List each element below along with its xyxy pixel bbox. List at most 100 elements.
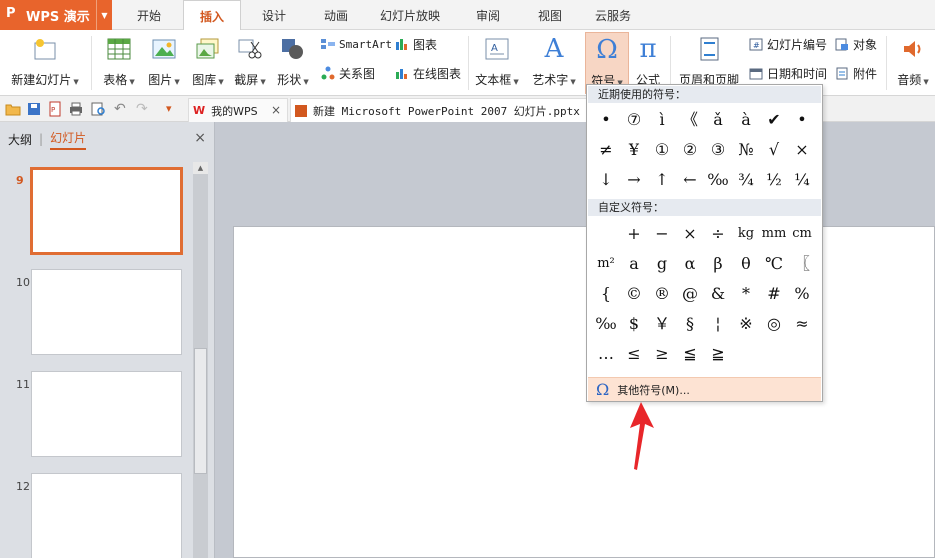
slide-thumbnail[interactable] [31,269,182,355]
symbol-cell[interactable]: ≠ [592,135,620,165]
tab-outline[interactable]: 大纲 [8,131,32,148]
export-pdf-icon[interactable]: P [47,101,63,117]
symbol-cell[interactable]: ※ [732,309,760,339]
slide-thumbnail-selected[interactable] [30,167,183,255]
slide-number-button[interactable]: # 幻灯片编号 [748,34,827,54]
symbol-cell[interactable]: ◎ [760,309,788,339]
symbol-cell[interactable]: ① [648,135,676,165]
textbox-button[interactable]: A 文本框 ▼ [472,32,522,94]
gallery-button[interactable]: 图库 ▼ [186,32,230,94]
tab-review[interactable]: 审阅 [464,0,512,30]
symbol-cell[interactable]: g [648,249,676,279]
symbol-cell[interactable]: β [704,249,732,279]
symbol-cell[interactable]: ¦ [704,309,732,339]
symbol-cell[interactable]: ‰ [592,309,620,339]
print-icon[interactable] [68,101,84,117]
symbol-cell[interactable]: # [760,279,788,309]
symbol-cell[interactable]: α [676,249,704,279]
tab-my-wps[interactable]: W 我的WPS × [188,98,288,122]
symbol-cell[interactable]: № [732,135,760,165]
symbol-cell[interactable]: ¼ [788,165,816,195]
symbol-cell[interactable]: cm [788,219,816,249]
symbol-cell[interactable]: ③ [704,135,732,165]
tab-slides[interactable]: 幻灯片 [50,129,87,150]
smartart-button[interactable]: SmartArt [320,34,392,54]
symbol-cell[interactable]: ℃ [760,249,788,279]
relation-diagram-button[interactable]: 关系图 [320,63,375,83]
symbol-cell[interactable]: * [732,279,760,309]
symbol-cell[interactable]: { [592,279,620,309]
symbol-cell[interactable]: @ [676,279,704,309]
tab-document[interactable]: 新建 Microsoft PowerPoint 2007 幻灯片.pptx [290,98,590,122]
symbol-cell[interactable]: θ [732,249,760,279]
symbol-cell[interactable]: × [788,135,816,165]
tab-slideshow[interactable]: 幻灯片放映 [372,0,448,30]
picture-button[interactable]: 图片 ▼ [142,32,186,94]
symbol-cell[interactable] [592,219,620,249]
symbol-cell[interactable]: ↓ [592,165,620,195]
more-symbols-button[interactable]: Ω 其他符号(M)... [588,377,821,401]
slide-thumbnail[interactable] [31,473,182,558]
tab-home[interactable]: 开始 [124,0,174,30]
scroll-up-icon[interactable]: ▲ [193,162,208,174]
customize-toolbar-icon[interactable]: ▾ [166,101,182,117]
symbol-cell[interactable]: • [592,105,620,135]
print-preview-icon[interactable] [90,101,106,117]
new-slide-button[interactable]: 新建幻灯片 ▼ [4,32,86,94]
redo-icon[interactable]: ↷ [136,101,152,117]
symbol-cell[interactable]: ¥ [620,135,648,165]
scrollbar-thumb[interactable] [194,348,207,474]
symbol-cell[interactable]: kg [732,219,760,249]
slide-thumbnail[interactable] [31,371,182,457]
symbol-cell[interactable]: • [788,105,816,135]
symbol-cell[interactable]: ≈ [788,309,816,339]
symbol-cell[interactable]: ‰ [704,165,732,195]
chart-button[interactable]: 图表 [394,34,437,54]
symbol-cell[interactable]: ≤ [620,339,648,369]
symbol-cell[interactable]: − [648,219,676,249]
symbol-cell[interactable]: √ [760,135,788,165]
attachment-button[interactable]: 附件 [834,63,877,83]
close-icon[interactable]: × [271,103,281,117]
symbol-cell[interactable]: ￥ [648,309,676,339]
symbol-cell[interactable]: ≥ [648,339,676,369]
symbol-cell[interactable]: & [704,279,732,309]
symbol-cell[interactable]: ½ [760,165,788,195]
save-icon[interactable] [26,101,42,117]
symbol-cell[interactable]: § [676,309,704,339]
symbol-cell[interactable]: ÷ [704,219,732,249]
symbol-cell[interactable]: ® [648,279,676,309]
symbol-cell[interactable]: ì [648,105,676,135]
close-icon[interactable]: × [194,130,206,146]
datetime-button[interactable]: 日期和时间 [748,63,827,83]
symbol-cell[interactable]: a [620,249,648,279]
chevron-down-icon[interactable]: ▼ [96,0,112,30]
symbol-cell[interactable]: ✔ [760,105,788,135]
online-chart-button[interactable]: 在线图表 [394,63,461,83]
symbol-cell[interactable]: ǎ [704,105,732,135]
symbol-cell[interactable]: × [676,219,704,249]
screenshot-button[interactable]: 截屏 ▼ [230,32,270,94]
symbol-cell[interactable]: $ [620,309,648,339]
symbol-cell[interactable]: → [620,165,648,195]
object-button[interactable]: 对象 [834,34,877,54]
tab-design[interactable]: 设计 [250,0,298,30]
symbol-cell[interactable]: m² [592,249,620,279]
symbol-cell[interactable]: © [620,279,648,309]
symbol-cell[interactable]: 《 [676,105,704,135]
app-menu-button[interactable]: P WPS 演示 ▼ [0,0,112,30]
symbol-cell[interactable]: ≦ [676,339,704,369]
tab-view[interactable]: 视图 [526,0,574,30]
symbol-cell[interactable]: ≧ [704,339,732,369]
wordart-button[interactable]: A 艺术字 ▼ [526,32,582,94]
symbol-cell[interactable]: 〖 [788,249,816,279]
slide-editing-canvas[interactable] [233,226,935,558]
symbol-cell[interactable]: + [620,219,648,249]
shape-button[interactable]: 形状 ▼ [272,32,314,94]
table-button[interactable]: 表格 ▼ [96,32,142,94]
symbol-cell[interactable]: ¾ [732,165,760,195]
symbol-cell[interactable]: ↑ [648,165,676,195]
tab-insert[interactable]: 插入 [183,0,241,31]
symbol-cell[interactable]: % [788,279,816,309]
symbol-cell[interactable]: ← [676,165,704,195]
